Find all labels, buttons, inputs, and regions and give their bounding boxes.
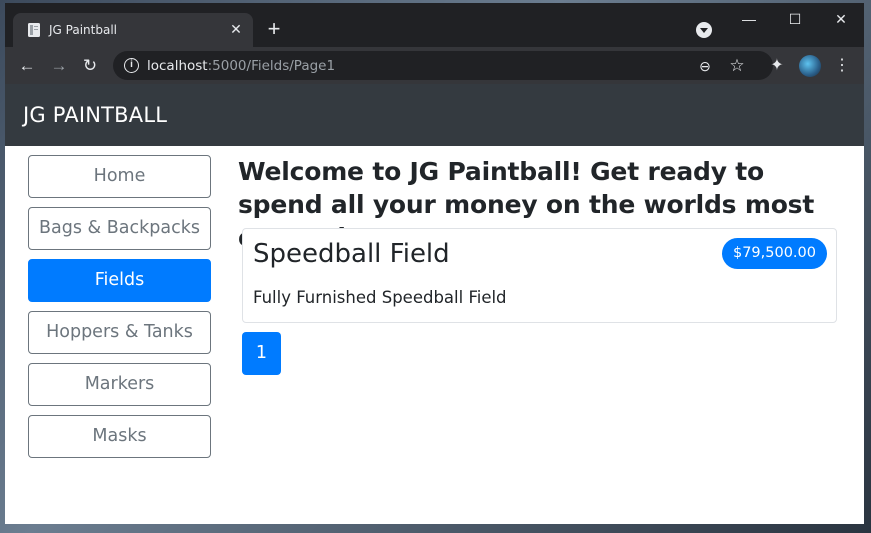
close-window-button[interactable]: ✕ (818, 3, 864, 35)
tab-title: JG Paintball (49, 23, 117, 37)
category-home-button[interactable]: Home (28, 155, 211, 198)
browser-window: JG Paintball ✕ + — ☐ ✕ ← → ↻ i localhost… (5, 3, 864, 524)
tab-close-icon[interactable]: ✕ (227, 20, 245, 38)
main-content: Welcome to JG Paintball! Get ready to sp… (238, 155, 838, 375)
site-info-icon[interactable]: i (124, 58, 139, 73)
browser-menu-icon[interactable]: ⋮ (830, 54, 854, 78)
tab-search-icon[interactable] (696, 22, 712, 38)
page-1-button[interactable]: 1 (242, 332, 281, 375)
browser-toolbar: ← → ↻ i localhost:5000/Fields/Page1 ⊖ ☆ … (5, 47, 864, 84)
extensions-puzzle-icon[interactable]: ✦ (765, 54, 789, 78)
minimize-button[interactable]: — (726, 3, 772, 35)
browser-tab[interactable]: JG Paintball ✕ (13, 13, 253, 47)
category-masks-button[interactable]: Masks (28, 415, 211, 458)
forward-button[interactable]: → (46, 53, 72, 79)
page-favicon-icon (28, 23, 40, 37)
reload-button[interactable]: ↻ (77, 53, 103, 79)
url-path: :5000/Fields/Page1 (207, 58, 336, 74)
new-tab-button[interactable]: + (263, 18, 285, 41)
category-hoppers-button[interactable]: Hoppers & Tanks (28, 311, 211, 354)
bookmark-star-icon[interactable]: ☆ (727, 56, 747, 76)
url-host: localhost (147, 58, 208, 74)
site-navbar: JG PAINTBALL (5, 84, 864, 146)
category-bags-button[interactable]: Bags & Backpacks (28, 207, 211, 250)
maximize-button[interactable]: ☐ (772, 3, 818, 35)
address-bar[interactable]: i localhost:5000/Fields/Page1 ⊖ ☆ (113, 51, 773, 80)
price-badge: $79,500.00 (721, 238, 827, 269)
category-sidebar: Home Bags & Backpacks Fields Hoppers & T… (28, 155, 211, 467)
url-text[interactable]: localhost:5000/Fields/Page1 (147, 58, 335, 74)
category-markers-button[interactable]: Markers (28, 363, 211, 406)
title-bar: JG Paintball ✕ + — ☐ ✕ (5, 3, 864, 47)
category-fields-button[interactable]: Fields (28, 259, 211, 302)
product-card: Speedball Field $79,500.00 Fully Furnish… (242, 228, 837, 323)
profile-avatar[interactable] (799, 55, 821, 77)
product-name: Speedball Field (253, 239, 450, 269)
zoom-icon[interactable]: ⊖ (695, 56, 715, 76)
back-button[interactable]: ← (14, 53, 40, 79)
brand-link[interactable]: JG PAINTBALL (23, 103, 167, 127)
product-description: Fully Furnished Speedball Field (253, 288, 507, 307)
